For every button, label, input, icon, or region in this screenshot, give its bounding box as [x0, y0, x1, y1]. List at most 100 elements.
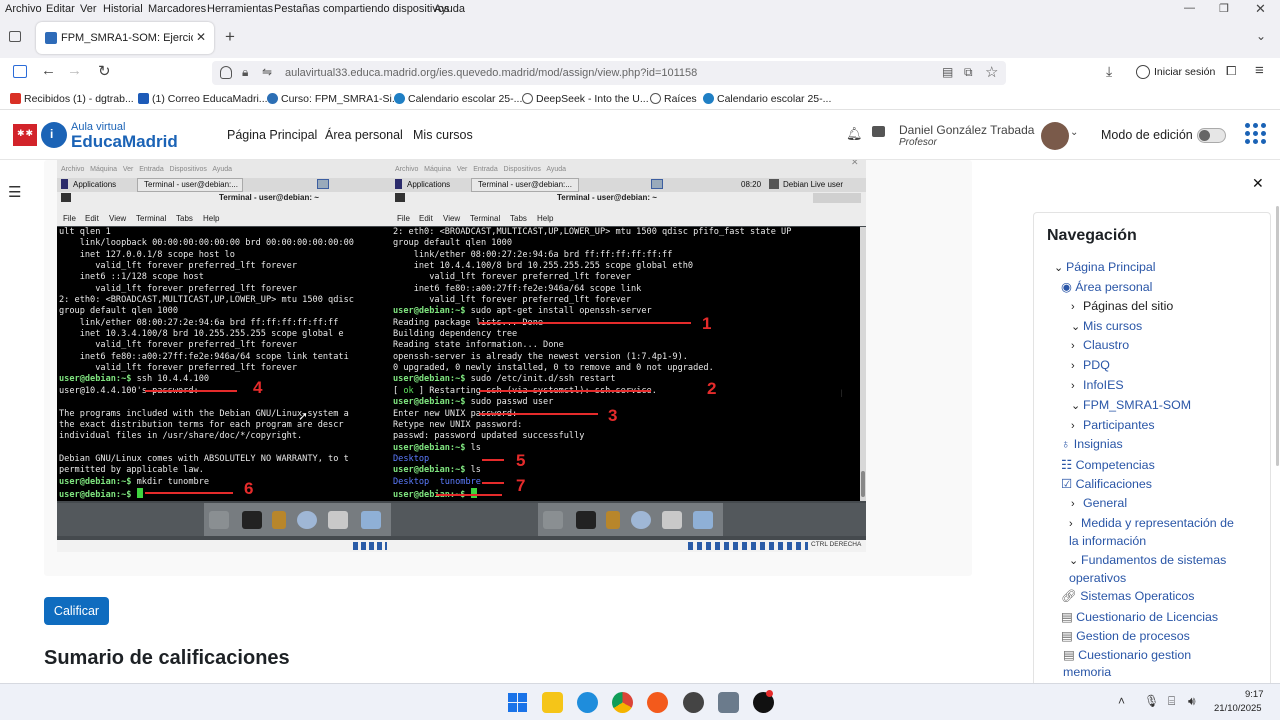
nav-pagina-principal[interactable]: Página Principal	[227, 128, 317, 142]
nav-pdq[interactable]: › PDQ	[1071, 358, 1110, 372]
back-icon[interactable]: ←	[41, 62, 56, 79]
vm-left-dock	[57, 503, 391, 536]
bookmark-curso[interactable]: Curso: FPM_SMRA1-Si...	[267, 93, 401, 105]
settings-gear-icon[interactable]	[718, 692, 739, 713]
maximize-icon[interactable]: ❐	[1219, 2, 1229, 15]
clock-date[interactable]: 21/10/2025	[1214, 703, 1262, 714]
nav-mis-cursos[interactable]: Mis cursos	[413, 128, 473, 142]
drawer-scrollbar[interactable]	[1276, 206, 1279, 466]
terminal-line: inet6 fe80::a00:27ff:fe2e:946a/64 scope …	[59, 351, 349, 362]
extensions-icon[interactable]: ⧠	[1226, 63, 1236, 79]
nav-cuestionario-licencias[interactable]: ▤ Cuestionario de Licencias	[1061, 609, 1218, 624]
signin-label[interactable]: Iniciar sesión	[1154, 66, 1215, 78]
nav-cuestionario-memoria[interactable]: ▤ Cuestionario gestion memoria	[1063, 647, 1233, 681]
lock-icon[interactable]: 🔒︎	[242, 65, 248, 80]
bookmark-raices[interactable]: Raíces	[650, 93, 697, 105]
chevron-down-icon[interactable]: ⌄	[1256, 29, 1266, 43]
annotation-1: 1	[702, 314, 712, 333]
vm-right-file: File	[397, 214, 410, 223]
volume-icon[interactable]: 🔊︎	[1188, 694, 1196, 709]
firefox-icon[interactable]	[647, 692, 668, 713]
bookmark-star-icon[interactable]: ☆	[985, 63, 998, 81]
downloads-icon[interactable]: ⤓	[1106, 63, 1112, 80]
terminal-line: inet6 fe80::a00:27ff:fe2e:946a/64 scope …	[393, 283, 642, 294]
account-icon[interactable]	[1136, 65, 1150, 79]
course-index-icon[interactable]: ☰	[8, 183, 21, 201]
reload-icon[interactable]: ↻	[98, 62, 111, 80]
bookmark-calendario-2[interactable]: Calendario escolar 25-...	[703, 93, 831, 105]
menu-editar[interactable]: Editar	[46, 3, 75, 15]
new-tab-icon[interactable]: +	[225, 27, 235, 47]
nav-area-personal[interactable]: ◉ Área personal	[1061, 279, 1152, 294]
edge-browser-icon[interactable]	[577, 692, 598, 713]
app-menu-icon[interactable]: ≡	[1255, 62, 1264, 79]
nav-insignias[interactable]: ♁ Insignias	[1061, 437, 1123, 451]
nav-fundamentos-so[interactable]: ⌄ Fundamentos de sistemas operativos	[1069, 552, 1244, 587]
edit-mode-toggle[interactable]	[1197, 128, 1226, 143]
network-icon[interactable]: ⌸	[1168, 694, 1175, 709]
vm-right-edit: Edit	[419, 214, 433, 223]
nav-fpm-smra1-som[interactable]: ⌄ FPM_SMRA1-SOM	[1071, 398, 1191, 412]
terminal-cursor	[136, 487, 143, 498]
menu-herramientas[interactable]: Herramientas	[207, 3, 273, 15]
nav-paginas-sitio[interactable]: › Páginas del sitio	[1071, 299, 1173, 313]
minimize-icon[interactable]: —	[1184, 2, 1195, 14]
nav-claustro[interactable]: › Claustro	[1071, 338, 1129, 352]
menu-historial[interactable]: Historial	[103, 3, 143, 15]
permissions-icon[interactable]: ⇋	[262, 65, 272, 79]
user-name[interactable]: Daniel González Trabada	[899, 123, 1034, 137]
nav-area-personal[interactable]: Área personal	[325, 128, 403, 142]
nav-pagina-principal[interactable]: ⌄ Página Principal	[1054, 260, 1156, 274]
messages-icon[interactable]	[872, 126, 885, 137]
app-icon[interactable]	[683, 692, 704, 713]
tray-chevron-up-icon[interactable]: ˄	[1118, 694, 1125, 708]
terminal-line: Desktop	[393, 453, 430, 464]
bookmark-deepseek[interactable]: DeepSeek - Into the U...	[522, 93, 649, 105]
shield-icon[interactable]	[220, 66, 232, 79]
bookmark-gmail[interactable]: Recibidos (1) - dgtrab...	[10, 93, 134, 105]
avatar[interactable]	[1041, 122, 1069, 150]
screenshot-icon[interactable]: ⧉	[964, 65, 973, 80]
menu-archivo[interactable]: Archivo	[5, 3, 42, 15]
close-window-icon[interactable]: ✕	[1255, 1, 1266, 17]
web-browser-icon	[297, 511, 317, 529]
reader-view-icon[interactable]: ▤	[942, 65, 953, 79]
microphone-icon[interactable]: 🎙︎	[1144, 694, 1159, 708]
apps-grid-icon[interactable]	[1245, 123, 1266, 144]
recording-app-icon[interactable]	[753, 690, 774, 713]
nav-participantes[interactable]: › Participantes	[1071, 418, 1155, 432]
menu-ver[interactable]: Ver	[80, 3, 97, 15]
close-drawer-icon[interactable]: ✕	[1252, 175, 1264, 192]
notifications-bell-icon[interactable]: 🔔︎	[846, 126, 863, 142]
menu-marcadores[interactable]: Marcadores	[148, 3, 206, 15]
menu-ayuda[interactable]: Ayuda	[434, 3, 465, 15]
windows-start-icon[interactable]	[507, 692, 528, 713]
user-menu-chevron-icon[interactable]: ⌄	[1070, 127, 1078, 138]
nav-calificaciones[interactable]: ☑ Calificaciones	[1061, 476, 1152, 491]
nav-competencias[interactable]: ☷ Competencias	[1061, 457, 1155, 472]
clock-time[interactable]: 9:17	[1245, 689, 1264, 700]
menu-pestanas[interactable]: Pestañas compartiendo dispositivos	[274, 3, 449, 15]
terminal-line: group default qlen 1000	[393, 238, 512, 249]
url-bar[interactable]: 🔒︎ ⇋ aulavirtual33.educa.madrid.org/ies.…	[212, 61, 1006, 85]
view-sidebar-icon[interactable]	[13, 65, 27, 78]
session-icon	[769, 179, 779, 189]
logo-educamadrid[interactable]: EducaMadrid	[71, 132, 178, 152]
nav-sistemas-operaticos[interactable]: 🔗︎ Sistemas Operaticos	[1061, 589, 1195, 604]
file-manager-icon	[606, 511, 620, 529]
chrome-icon[interactable]	[612, 692, 633, 713]
file-explorer-icon[interactable]	[542, 692, 563, 713]
nav-mis-cursos[interactable]: ⌄ Mis cursos	[1071, 319, 1142, 333]
nav-medida-representacion[interactable]: › Medida y representación de la informaci…	[1069, 515, 1244, 550]
active-tab[interactable]: FPM_SMRA1-SOM: Ejercicio : M ✕	[36, 22, 214, 54]
url-text[interactable]: aulavirtual33.educa.madrid.org/ies.queve…	[285, 67, 697, 79]
nav-infoies[interactable]: › InfoIES	[1071, 378, 1124, 392]
tab-close-icon[interactable]: ✕	[196, 30, 206, 44]
tab-list-icon[interactable]	[9, 31, 21, 42]
bookmark-calendario-1[interactable]: Calendario escolar 25-...	[394, 93, 522, 105]
nav-gestion-procesos[interactable]: ▤ Gestion de procesos	[1061, 628, 1190, 643]
browser-menubar: Archivo Editar Ver Historial Marcadores …	[0, 0, 1280, 18]
nav-general[interactable]: › General	[1071, 496, 1127, 510]
bookmark-correo[interactable]: (1) Correo EducaMadri...	[138, 93, 268, 105]
grade-button[interactable]: Calificar	[44, 597, 109, 625]
